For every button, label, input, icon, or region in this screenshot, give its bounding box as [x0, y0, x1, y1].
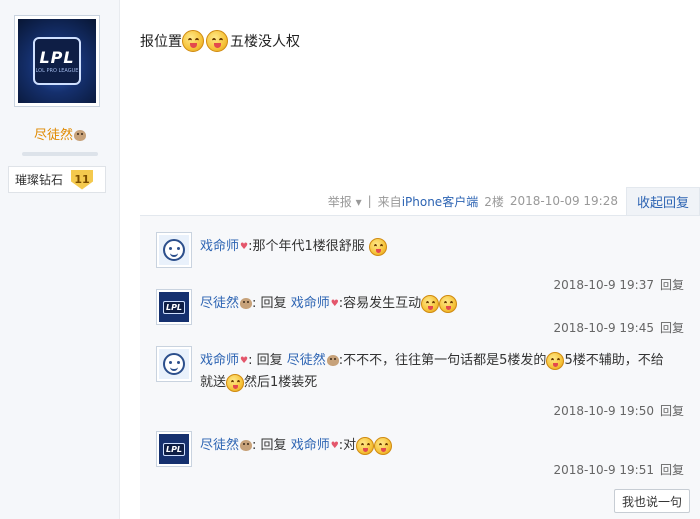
heart-icon: ♥ [330, 441, 339, 451]
heart-icon: ♥ [240, 356, 249, 366]
lpl-logo-icon: LPL [162, 300, 186, 314]
reply-text: 戏命师♥: 回复 尽徒然 :不不不，往往第一句话都是5楼发的 5楼不辅助，不给就送 然… [200, 350, 690, 394]
cartoon-face-icon [163, 353, 185, 375]
reply-target[interactable]: 尽徒然 [287, 353, 326, 368]
rank-progress-bar [22, 152, 98, 156]
reply-text: 尽徒然: 回复 戏命师♥:容易发生互动 [200, 293, 690, 315]
reply-button[interactable]: 回复 [660, 321, 684, 335]
reply-avatar[interactable] [156, 346, 192, 382]
cartoon-face-icon [163, 239, 185, 261]
reply-label: 回复 [260, 438, 287, 453]
reply-author[interactable]: 尽徒然 [200, 296, 239, 311]
reply-prefix: : [252, 438, 261, 453]
chevron-down-icon: ▾ [355, 194, 362, 209]
reply-label: 回复 [256, 353, 283, 368]
heart-icon: ♥ [240, 242, 249, 252]
surprised-emoji-icon [439, 294, 458, 313]
reply-button[interactable]: 回复 [660, 404, 684, 418]
say-something-button[interactable]: 我也说一句 [614, 489, 690, 513]
floor-replies-panel: 戏命师♥:那个年代1楼很舒服 2018-10-9 19:37 回复 LPL 尽徒然… [140, 215, 700, 519]
reply-content: :对 [338, 438, 357, 453]
author-sidebar: LPL LOL PRO LEAGUE 尽徒然 璀璨钻石 11 [0, 0, 120, 519]
source-link[interactable]: iPhone客户端 [402, 195, 479, 209]
dog-icon [240, 440, 253, 451]
reply-avatar[interactable] [156, 232, 192, 268]
post-meta-bar: 举报 ▾ | 来自iPhone客户端 2楼 2018-10-09 19:28 收… [140, 187, 700, 215]
collapse-replies-button[interactable]: 收起回复 [625, 187, 700, 215]
reply-content-4: 然后1楼装死 [244, 375, 318, 390]
lpl-logo: LPL LOL PRO LEAGUE [33, 37, 81, 85]
reply-author[interactable]: 尽徒然 [200, 438, 239, 453]
reply-prefix: : [248, 353, 257, 368]
reply-time: 2018-10-9 19:37 回复 [553, 278, 684, 292]
surprised-emoji-icon [356, 436, 375, 455]
report-link[interactable]: 举报 ▾ [328, 193, 362, 210]
reply-content-1: :不不不，往往第一句话都是5楼发的 [338, 353, 547, 368]
heart-icon: ♥ [330, 299, 339, 309]
dog-icon [326, 355, 339, 366]
lpl-logo-text: LPL [39, 48, 75, 67]
post-text-before: 报位置 [140, 34, 182, 50]
source-label: 来自iPhone客户端 [377, 194, 479, 209]
smile-emoji-icon [226, 373, 245, 392]
reply-target[interactable]: 戏命师 [291, 438, 330, 453]
reply-content-2: 5楼不辅助，不给 [564, 353, 664, 368]
meta-separator: | [367, 194, 372, 208]
reply-time: 2018-10-9 19:45 回复 [553, 321, 684, 335]
member-badge[interactable]: 璀璨钻石 11 [8, 166, 106, 193]
surprised-emoji-icon [374, 436, 393, 455]
smile-emoji-icon [368, 237, 387, 256]
reply-content-3: 就送 [200, 375, 227, 390]
reply-avatar[interactable]: LPL [156, 289, 192, 325]
author-avatar[interactable]: LPL LOL PRO LEAGUE [14, 15, 100, 107]
author-username-text[interactable]: 尽徒然 [34, 128, 73, 143]
reply-text: 尽徒然: 回复 戏命师♥:对 [200, 435, 690, 457]
reply-author[interactable]: 戏命师 [200, 353, 239, 368]
reply-time: 2018-10-9 19:50 回复 [553, 404, 684, 418]
tongue-emoji-icon [182, 30, 204, 52]
reply-content: :容易发生互动 [338, 296, 422, 311]
tongue-emoji-icon [206, 30, 228, 52]
reply-avatar[interactable]: LPL [156, 431, 192, 467]
reply-text: 戏命师♥:那个年代1楼很舒服 [200, 236, 690, 258]
reply-content: :那个年代1楼很舒服 [248, 239, 365, 254]
reply-button[interactable]: 回复 [660, 278, 684, 292]
reply-prefix: : [252, 296, 261, 311]
smile-emoji-icon [546, 351, 565, 370]
reply-button[interactable]: 回复 [660, 463, 684, 477]
reply-label: 回复 [260, 296, 287, 311]
surprised-emoji-icon [421, 294, 440, 313]
lpl-logo-icon: LPL [162, 442, 186, 456]
post-text-after: 五楼没人权 [230, 34, 300, 50]
floor-number: 2楼 [484, 194, 504, 209]
badge-level-icon: 11 [71, 169, 94, 190]
author-username[interactable]: 尽徒然 [0, 124, 120, 143]
reply-author[interactable]: 戏命师 [200, 239, 239, 254]
lpl-logo-subtext: LOL PRO LEAGUE [35, 68, 79, 74]
post-content: 报位置 五楼没人权 [140, 30, 300, 52]
reply-target[interactable]: 戏命师 [291, 296, 330, 311]
lpl-logo-image: LPL LOL PRO LEAGUE [18, 19, 96, 103]
reply-time: 2018-10-9 19:51 回复 [553, 463, 684, 477]
dog-icon [240, 298, 253, 309]
post-datetime: 2018-10-09 19:28 [509, 194, 618, 208]
badge-title: 璀璨钻石 [15, 173, 64, 187]
dog-icon [74, 130, 86, 141]
